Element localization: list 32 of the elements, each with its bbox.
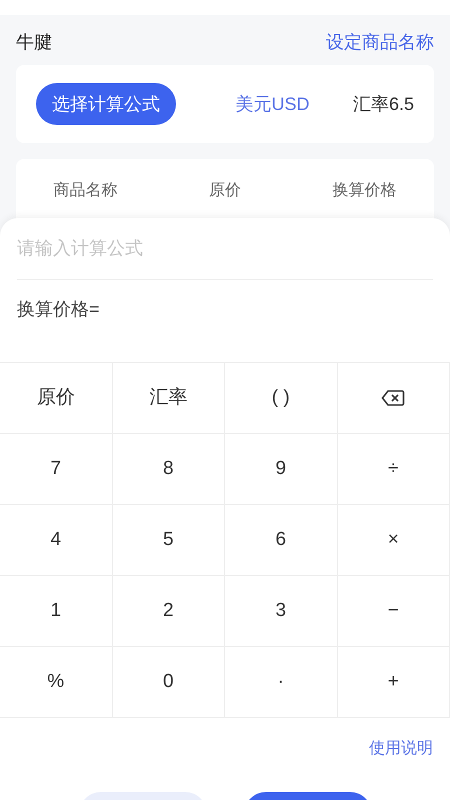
keypad-key[interactable]: ÷ <box>338 434 450 505</box>
keypad-key[interactable]: 1 <box>0 576 112 647</box>
formula-button[interactable]: 选择计算公式 <box>36 83 176 125</box>
keypad-key[interactable]: 7 <box>0 434 112 505</box>
keypad-key[interactable]: 4 <box>0 505 112 576</box>
keypad-key[interactable]: % <box>0 647 112 718</box>
keypad-key[interactable]: ( ) <box>225 363 338 434</box>
keypad-key[interactable]: + <box>338 647 450 718</box>
currency-selector[interactable]: 美元USD <box>235 90 310 118</box>
column-header: 原价 <box>208 181 242 201</box>
formula-input[interactable]: 请输入计算公式 <box>17 218 433 280</box>
keypad-key[interactable]: 5 <box>112 505 225 576</box>
product-name: 牛腱 <box>16 30 52 54</box>
exchange-rate: 汇率6.5 <box>352 92 414 116</box>
keypad-key[interactable]: 6 <box>225 505 338 576</box>
backspace-key[interactable] <box>338 363 450 434</box>
keypad-key[interactable]: − <box>338 576 450 647</box>
keypad-key[interactable]: 原价 <box>0 363 112 434</box>
keypad-key[interactable]: · <box>225 647 338 718</box>
keypad-key[interactable]: 3 <box>225 576 338 647</box>
column-header: 商品名称 <box>52 180 119 201</box>
keypad-key[interactable]: × <box>338 505 450 576</box>
keypad-key[interactable]: 9 <box>225 434 338 505</box>
column-header: 换算价格 <box>331 181 398 201</box>
result-label: 换算价格= <box>17 299 100 319</box>
keypad-key[interactable]: 汇率 <box>112 363 225 434</box>
backspace-icon <box>381 389 406 407</box>
keypad-key[interactable]: 2 <box>112 576 225 647</box>
set-name-link[interactable]: 设定商品名称 <box>326 28 434 56</box>
help-link[interactable]: 使用说明 <box>369 737 433 792</box>
keypad-key[interactable]: 0 <box>112 647 225 718</box>
keypad-key[interactable]: 8 <box>112 434 225 505</box>
